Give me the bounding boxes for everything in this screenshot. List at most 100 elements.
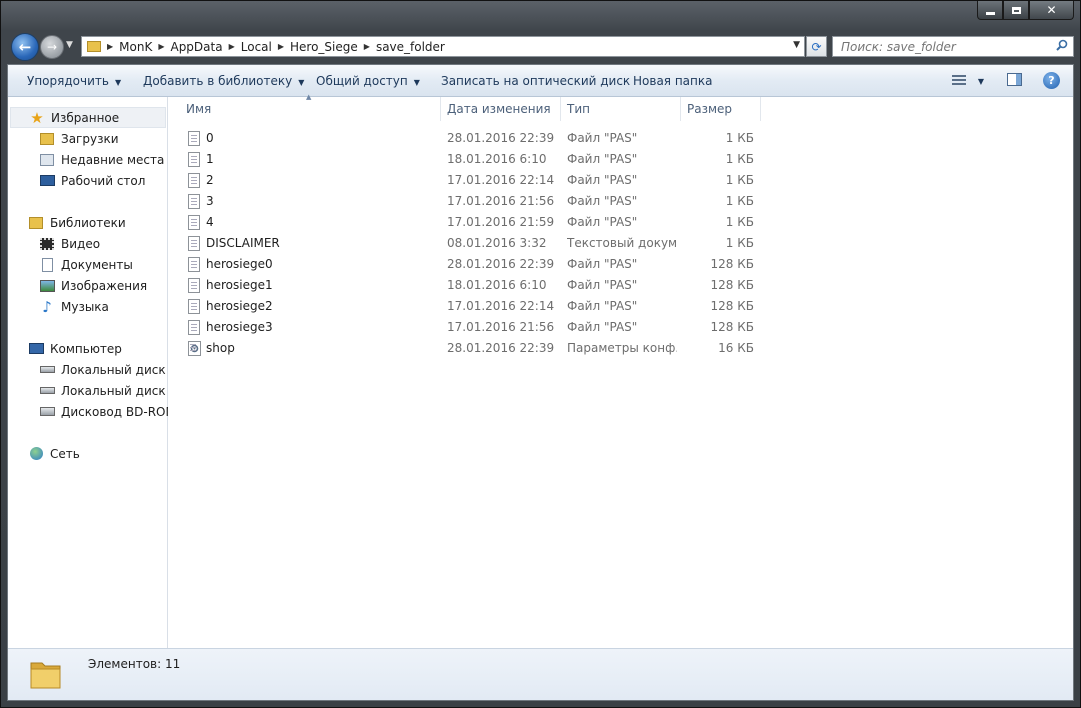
minimize-button[interactable]: [977, 1, 1003, 20]
column-size-label: Размер: [687, 102, 733, 116]
navigation-bar: ← → ▼ ▶ MonK ▶ AppData ▶ Local ▶ Hero_Si…: [9, 32, 1074, 61]
column-date[interactable]: Дата изменения: [441, 97, 561, 121]
computer-group: Компьютер Локальный диск (C Локальный ди…: [8, 338, 168, 422]
file-row[interactable]: 1 18.01.2016 6:10 Файл "PAS" 1 КБ: [168, 149, 768, 170]
address-dropdown-icon[interactable]: ▼: [793, 40, 800, 50]
sidebar-item-label: Компьютер: [50, 341, 122, 356]
sidebar-item-bdrom[interactable]: Дисковод BD-ROM: [8, 401, 168, 422]
file-type: Файл "PAS": [567, 215, 638, 229]
sidebar-item-video[interactable]: Видео: [8, 233, 168, 254]
sidebar-item-disk-c[interactable]: Локальный диск (C: [8, 359, 168, 380]
forward-button[interactable]: →: [40, 35, 64, 59]
file-row[interactable]: shop 28.01.2016 22:39 Параметры конф... …: [168, 338, 768, 359]
sidebar-item-images[interactable]: Изображения: [8, 275, 168, 296]
back-button[interactable]: ←: [11, 33, 39, 61]
file-date: 18.01.2016 6:10: [447, 152, 547, 166]
column-name-label: Имя: [186, 102, 212, 116]
chevron-right-icon[interactable]: ▶: [364, 42, 370, 51]
preview-pane-button[interactable]: [1007, 73, 1022, 86]
file-row[interactable]: 2 17.01.2016 22:14 Файл "PAS" 1 КБ: [168, 170, 768, 191]
explorer-window: ✕ ← → ▼ ▶ MonK ▶ AppData ▶ Local ▶ Hero_…: [0, 0, 1081, 708]
help-button[interactable]: ?: [1043, 72, 1060, 89]
address-bar[interactable]: ▶ MonK ▶ AppData ▶ Local ▶ Hero_Siege ▶ …: [81, 36, 805, 57]
breadcrumb-item[interactable]: AppData: [170, 40, 222, 54]
organize-button[interactable]: Упорядочить ▼: [27, 74, 121, 88]
sidebar-item-label: Рабочий стол: [61, 173, 146, 188]
sidebar-item-recent[interactable]: Недавние места: [8, 149, 168, 170]
breadcrumb-item[interactable]: save_folder: [376, 40, 445, 54]
search-icon[interactable]: [1056, 39, 1068, 55]
chevron-right-icon[interactable]: ▶: [229, 42, 235, 51]
file-row[interactable]: DISCLAIMER 08.01.2016 3:32 Текстовый док…: [168, 233, 768, 254]
file-type: Файл "PAS": [567, 152, 638, 166]
column-size[interactable]: Размер: [681, 97, 761, 121]
breadcrumb-item[interactable]: Local: [241, 40, 272, 54]
recent-pages-dropdown[interactable]: ▼: [66, 40, 73, 50]
file-row[interactable]: herosiege0 28.01.2016 22:39 Файл "PAS" 1…: [168, 254, 768, 275]
sidebar-item-documents[interactable]: Документы: [8, 254, 168, 275]
file-icon: [188, 299, 200, 314]
sidebar-item-disk-d[interactable]: Локальный диск (D: [8, 380, 168, 401]
breadcrumb-item[interactable]: MonK: [119, 40, 152, 54]
images-icon: [39, 278, 55, 294]
chevron-right-icon[interactable]: ▶: [158, 42, 164, 51]
share-button[interactable]: Общий доступ ▼: [316, 74, 420, 88]
search-input[interactable]: [839, 38, 1053, 55]
chevron-down-icon: ▼: [977, 77, 984, 86]
search-box[interactable]: [832, 36, 1074, 57]
sidebar-item-label: Локальный диск (D: [61, 383, 168, 398]
breadcrumb-item[interactable]: Hero_Siege: [290, 40, 358, 54]
chevron-right-icon[interactable]: ▶: [107, 42, 113, 51]
file-row[interactable]: herosiege2 17.01.2016 22:14 Файл "PAS" 1…: [168, 296, 768, 317]
add-to-library-button[interactable]: Добавить в библиотеку ▼: [143, 74, 304, 88]
sidebar-item-label: Загрузки: [61, 131, 119, 146]
help-icon: ?: [1043, 72, 1060, 89]
file-name: 2: [206, 173, 214, 187]
back-arrow-icon: ←: [18, 38, 32, 56]
sidebar-item-favorites[interactable]: ★ Избранное: [10, 107, 166, 128]
file-date: 17.01.2016 22:14: [447, 173, 555, 187]
sidebar-item-downloads[interactable]: Загрузки: [8, 128, 168, 149]
column-date-label: Дата изменения: [447, 102, 551, 116]
file-type: Файл "PAS": [567, 131, 638, 145]
close-button[interactable]: ✕: [1029, 1, 1074, 20]
sidebar-item-label: Документы: [61, 257, 133, 272]
chevron-right-icon[interactable]: ▶: [278, 42, 284, 51]
new-folder-button[interactable]: Новая папка: [633, 74, 712, 88]
file-row[interactable]: 4 17.01.2016 21:59 Файл "PAS" 1 КБ: [168, 212, 768, 233]
file-icon: [188, 194, 200, 209]
file-name: herosiege0: [206, 257, 273, 271]
folder-icon: [87, 41, 101, 52]
maximize-button[interactable]: [1003, 1, 1029, 20]
file-row[interactable]: 3 17.01.2016 21:56 Файл "PAS" 1 КБ: [168, 191, 768, 212]
file-name: shop: [206, 341, 235, 355]
column-type[interactable]: Тип: [561, 97, 681, 121]
column-header: Имя ▲ Дата изменения Тип Размер: [168, 93, 1073, 121]
sidebar-item-label: Музыка: [61, 299, 109, 314]
view-options-button[interactable]: ▼: [952, 73, 984, 87]
file-name: 1: [206, 152, 214, 166]
sidebar-item-music[interactable]: ♪ Музыка: [8, 296, 168, 317]
refresh-button[interactable]: ⟳: [806, 36, 827, 57]
sidebar-item-computer[interactable]: Компьютер: [8, 338, 168, 359]
file-row[interactable]: herosiege1 18.01.2016 6:10 Файл "PAS" 12…: [168, 275, 768, 296]
file-row[interactable]: herosiege3 17.01.2016 21:56 Файл "PAS" 1…: [168, 317, 768, 338]
sidebar-item-network[interactable]: Сеть: [8, 443, 168, 464]
network-group: Сеть: [8, 443, 168, 464]
refresh-icon: ⟳: [811, 39, 822, 54]
file-date: 28.01.2016 22:39: [447, 131, 555, 145]
close-icon: ✕: [1046, 3, 1057, 17]
file-type: Параметры конф...: [567, 341, 677, 355]
file-date: 28.01.2016 22:39: [447, 341, 555, 355]
file-icon: [188, 152, 200, 167]
disk-icon: [39, 383, 55, 399]
file-size: 128 КБ: [710, 257, 754, 271]
sidebar-item-desktop[interactable]: Рабочий стол: [8, 170, 168, 191]
sidebar-item-libraries[interactable]: Библиотеки: [8, 212, 168, 233]
network-icon: [28, 446, 44, 462]
burn-button[interactable]: Записать на оптический диск: [441, 74, 630, 88]
file-row[interactable]: 0 28.01.2016 22:39 Файл "PAS" 1 КБ: [168, 128, 768, 149]
sidebar-item-label: Библиотеки: [50, 215, 126, 230]
file-icon: [188, 278, 200, 293]
navigation-pane: ★ Избранное Загрузки Недавние места Рабо…: [8, 97, 168, 648]
